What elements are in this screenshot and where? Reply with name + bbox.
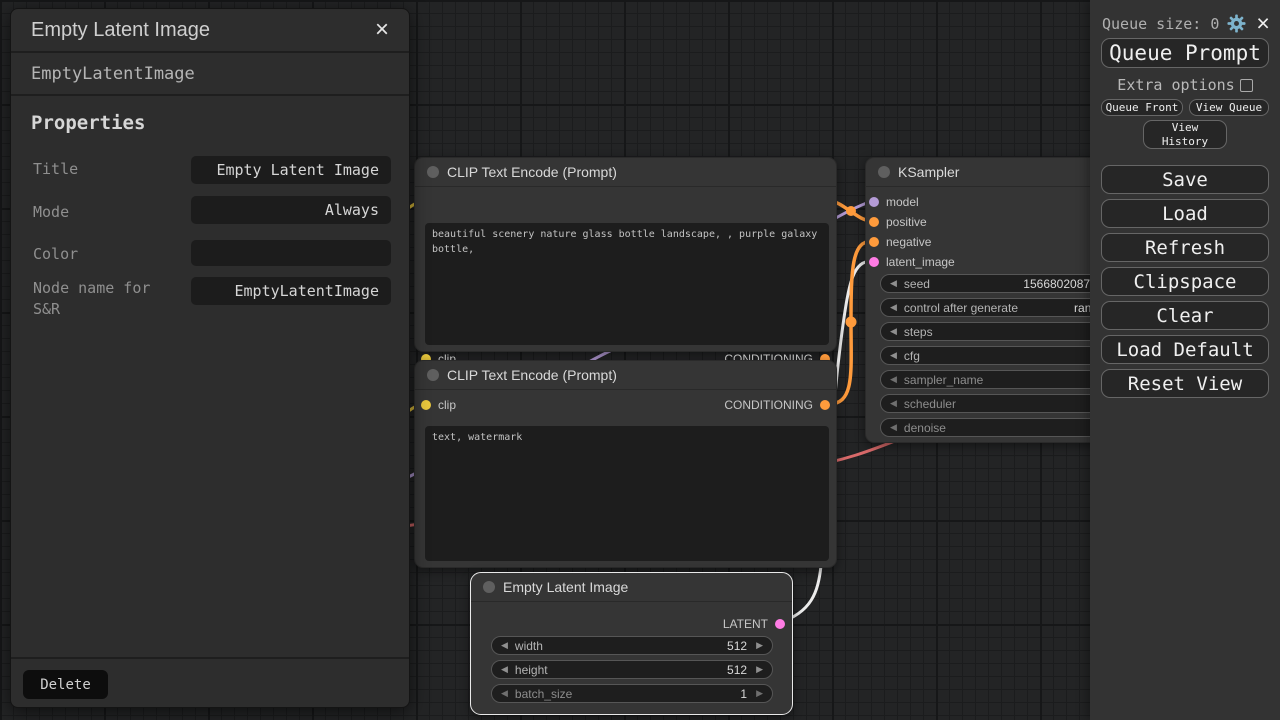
load-button[interactable]: Load <box>1101 199 1269 228</box>
link-midpoint-dot[interactable] <box>846 206 856 216</box>
widget-label: batch_size <box>515 687 740 701</box>
extra-options-label: Extra options <box>1117 76 1234 94</box>
property-label: Mode <box>33 202 183 223</box>
slot-label: LATENT <box>723 617 768 631</box>
widget-value: 1 <box>740 687 747 701</box>
refresh-button[interactable]: Refresh <box>1101 233 1269 262</box>
close-icon[interactable]: × <box>371 18 393 42</box>
title-field[interactable]: Empty Latent Image <box>191 156 391 184</box>
conditioning-slot-dot[interactable] <box>820 400 830 410</box>
model-slot-dot[interactable] <box>869 197 879 207</box>
link-midpoint-dot[interactable] <box>846 317 857 328</box>
widget-label: seed <box>904 277 1023 291</box>
extra-options-checkbox[interactable] <box>1240 79 1253 92</box>
queue-size-label: Queue size: 0 <box>1102 15 1219 33</box>
clear-button[interactable]: Clear <box>1101 301 1269 330</box>
node-title: CLIP Text Encode (Prompt) <box>447 367 617 383</box>
node-clip-text-encode-positive[interactable]: CLIP Text Encode (Prompt) clip CONDITION… <box>414 157 837 352</box>
slot-label: CONDITIONING <box>724 398 813 412</box>
view-history-button[interactable]: View History <box>1143 120 1227 149</box>
node-title: KSampler <box>898 164 959 180</box>
increment-arrow-icon[interactable]: ▶ <box>756 689 763 698</box>
collapse-dot-icon[interactable] <box>427 369 439 381</box>
output-slot-conditioning: CONDITIONING <box>415 395 836 415</box>
property-label: Node name for S&R <box>33 278 183 320</box>
extra-options-row: Extra options <box>1090 76 1280 94</box>
queue-prompt-button[interactable]: Queue Prompt <box>1101 38 1269 68</box>
decrement-arrow-icon[interactable]: ◀ <box>501 641 508 650</box>
increment-arrow-icon[interactable]: ▶ <box>756 641 763 650</box>
properties-heading: Properties <box>31 112 409 134</box>
decrement-arrow-icon[interactable]: ◀ <box>890 279 897 288</box>
prompt-textarea[interactable]: beautiful scenery nature glass bottle la… <box>425 223 829 345</box>
widget-value: 512 <box>727 639 747 653</box>
node-header[interactable]: CLIP Text Encode (Prompt) <box>415 158 836 187</box>
decrement-arrow-icon[interactable]: ◀ <box>890 303 897 312</box>
node-clip-text-encode-negative[interactable]: CLIP Text Encode (Prompt) clip CONDITION… <box>414 360 837 568</box>
reset-view-button[interactable]: Reset View <box>1101 369 1269 398</box>
close-icon[interactable]: × <box>1256 12 1269 35</box>
output-slot-latent: LATENT <box>471 614 792 634</box>
slot-label: negative <box>886 235 931 249</box>
view-history-line: View <box>1172 121 1199 134</box>
view-history-line: History <box>1162 135 1208 148</box>
dialog-footer: Delete <box>11 657 409 707</box>
widget-width[interactable]: ◀ width 512 ▶ <box>491 636 773 655</box>
decrement-arrow-icon[interactable]: ◀ <box>890 399 897 408</box>
decrement-arrow-icon[interactable]: ◀ <box>501 665 508 674</box>
slot-label: positive <box>886 215 927 229</box>
node-title: CLIP Text Encode (Prompt) <box>447 164 617 180</box>
color-field[interactable] <box>191 240 391 266</box>
slot-label: model <box>886 195 919 209</box>
collapse-dot-icon[interactable] <box>427 166 439 178</box>
property-row-node-name: Node name for S&R EmptyLatentImage <box>11 269 409 325</box>
widget-batch-size[interactable]: ◀ batch_size 1 ▶ <box>491 684 773 703</box>
save-button[interactable]: Save <box>1101 165 1269 194</box>
clipspace-button[interactable]: Clipspace <box>1101 267 1269 296</box>
comfy-menu-panel: Queue size: 0 × Queue Prompt Extra optio… <box>1090 0 1280 720</box>
queue-front-button[interactable]: Queue Front <box>1101 99 1183 116</box>
load-default-button[interactable]: Load Default <box>1101 335 1269 364</box>
property-row-title: Title Empty Latent Image <box>11 148 409 192</box>
node-header[interactable]: Empty Latent Image <box>471 573 792 602</box>
decrement-arrow-icon[interactable]: ◀ <box>501 689 508 698</box>
settings-gear-icon[interactable] <box>1227 14 1246 33</box>
widget-value: 512 <box>727 663 747 677</box>
decrement-arrow-icon[interactable]: ◀ <box>890 375 897 384</box>
latent-slot-dot[interactable] <box>775 619 785 629</box>
property-row-mode: Mode Always <box>11 190 409 234</box>
increment-arrow-icon[interactable]: ▶ <box>756 665 763 674</box>
queue-status-row: Queue size: 0 × <box>1102 12 1270 35</box>
collapse-dot-icon[interactable] <box>483 581 495 593</box>
decrement-arrow-icon[interactable]: ◀ <box>890 423 897 432</box>
node-name-field[interactable]: EmptyLatentImage <box>191 277 391 305</box>
property-label: Color <box>33 244 183 265</box>
widget-label: control after generate <box>904 301 1074 315</box>
view-queue-button[interactable]: View Queue <box>1189 99 1269 116</box>
latent-slot-dot[interactable] <box>869 257 879 267</box>
property-label: Title <box>33 159 183 180</box>
node-title: Empty Latent Image <box>503 579 628 595</box>
widget-label: height <box>515 663 727 677</box>
prompt-textarea[interactable]: text, watermark <box>425 426 829 561</box>
decrement-arrow-icon[interactable]: ◀ <box>890 351 897 360</box>
node-empty-latent-image[interactable]: Empty Latent Image LATENT ◀ width 512 ▶ … <box>470 572 793 715</box>
conditioning-slot-dot[interactable] <box>869 217 879 227</box>
widget-label: width <box>515 639 727 653</box>
slot-label: latent_image <box>886 255 955 269</box>
conditioning-slot-dot[interactable] <box>869 237 879 247</box>
dialog-header: Empty Latent Image × <box>11 9 409 53</box>
widget-height[interactable]: ◀ height 512 ▶ <box>491 660 773 679</box>
collapse-dot-icon[interactable] <box>878 166 890 178</box>
delete-button[interactable]: Delete <box>23 670 108 699</box>
node-type-name: EmptyLatentImage <box>11 53 409 96</box>
mode-field[interactable]: Always <box>191 196 391 224</box>
decrement-arrow-icon[interactable]: ◀ <box>890 327 897 336</box>
node-properties-dialog: Empty Latent Image × EmptyLatentImage Pr… <box>10 8 410 708</box>
dialog-title: Empty Latent Image <box>31 19 371 42</box>
node-header[interactable]: CLIP Text Encode (Prompt) <box>415 361 836 390</box>
